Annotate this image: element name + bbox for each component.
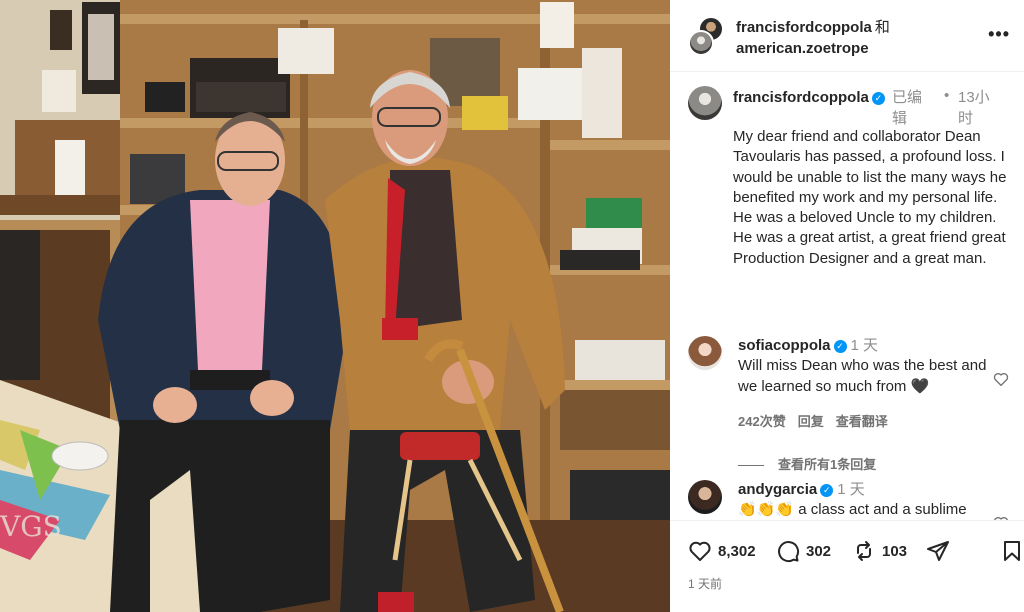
collaborator-username-link[interactable]: american.zoetrope bbox=[736, 40, 869, 57]
comment-bubble-icon bbox=[778, 541, 800, 563]
like-comment-heart-icon[interactable] bbox=[992, 370, 1010, 388]
caption-text: My dear friend and collaborator Dean Tav… bbox=[733, 128, 1007, 267]
comment-timestamp[interactable]: 1 天 bbox=[851, 337, 879, 354]
comment-username-link[interactable]: andygarcia bbox=[738, 481, 817, 498]
post-photo[interactable]: VGS bbox=[0, 0, 670, 612]
comment-timestamp[interactable]: 1 天 bbox=[837, 481, 865, 498]
author-username-link[interactable]: francisfordcoppola bbox=[736, 19, 872, 36]
verified-badge-icon: ✓ bbox=[871, 92, 885, 105]
reply-button[interactable]: 回复 bbox=[798, 414, 824, 429]
post-authors: francisfordcoppola 和 american.zoetrope bbox=[736, 17, 890, 59]
like-count[interactable]: 8,302 bbox=[718, 543, 756, 560]
see-translation-button[interactable]: 查看翻译 bbox=[836, 414, 888, 429]
verified-badge-icon: ✓ bbox=[820, 484, 834, 497]
comment-header: andygarcia ✓ 1 天 bbox=[738, 480, 865, 499]
more-options-button[interactable]: ••• bbox=[988, 24, 1010, 45]
author-avatar[interactable] bbox=[688, 30, 714, 56]
comment-header: sofiacoppola ✓ 1 天 bbox=[738, 336, 878, 355]
separator-dot: • bbox=[944, 87, 950, 104]
post-timestamp[interactable]: 1 天前 bbox=[688, 575, 722, 592]
caption-username: francisfordcoppola bbox=[733, 89, 869, 106]
like-button[interactable]: 8,302 bbox=[688, 539, 756, 563]
comment-text: 👏👏👏 a class act and a sublime bbox=[738, 501, 967, 518]
comment-likes-count[interactable]: 242次赞 bbox=[738, 414, 786, 429]
comment-count[interactable]: 302 bbox=[806, 543, 831, 560]
repost-count[interactable]: 103 bbox=[882, 543, 907, 560]
comments-section[interactable]: francisfordcoppola ✓ 已编辑 • 13小时 My dear f… bbox=[670, 72, 1024, 520]
author-conjunction: 和 bbox=[874, 19, 890, 36]
comment-button[interactable]: 302 bbox=[776, 539, 831, 563]
post-side-panel: francisfordcoppola 和 american.zoetrope ••… bbox=[670, 0, 1024, 612]
share-button[interactable] bbox=[926, 539, 956, 563]
comment-username-link[interactable]: sofiacoppola bbox=[738, 337, 831, 354]
save-button[interactable] bbox=[1000, 539, 1024, 563]
paper-plane-icon bbox=[927, 541, 949, 561]
comment-avatar[interactable] bbox=[688, 480, 722, 514]
comment-avatar[interactable] bbox=[688, 336, 722, 370]
post-action-bar: 8,302 302 103 1 天前 bbox=[670, 520, 1024, 612]
bookmark-icon bbox=[1004, 541, 1020, 561]
repost-icon bbox=[857, 541, 871, 561]
heart-icon bbox=[689, 541, 711, 561]
photo-illustration: VGS bbox=[0, 0, 670, 612]
view-replies-label: 查看所有1条回复 bbox=[778, 457, 877, 472]
verified-badge-icon: ✓ bbox=[833, 340, 847, 353]
comment-meta: 242次赞 回复 查看翻译 bbox=[738, 411, 900, 430]
comment-text: Will miss Dean who was the best and we l… bbox=[738, 357, 987, 395]
more-icon: ••• bbox=[988, 24, 1010, 44]
caption-timestamp[interactable]: 13小时 bbox=[958, 87, 1002, 129]
view-replies-button[interactable]: 查看所有1条回复 bbox=[738, 454, 876, 473]
caption-username-link[interactable]: francisfordcoppola ✓ bbox=[733, 87, 891, 108]
post-header: francisfordcoppola 和 american.zoetrope ••… bbox=[670, 0, 1024, 72]
caption-avatar[interactable] bbox=[688, 86, 722, 120]
edited-label: 已编辑 bbox=[892, 89, 923, 127]
svg-text:VGS: VGS bbox=[0, 510, 62, 543]
replies-divider-line bbox=[738, 465, 764, 467]
repost-button[interactable]: 103 bbox=[852, 539, 907, 563]
